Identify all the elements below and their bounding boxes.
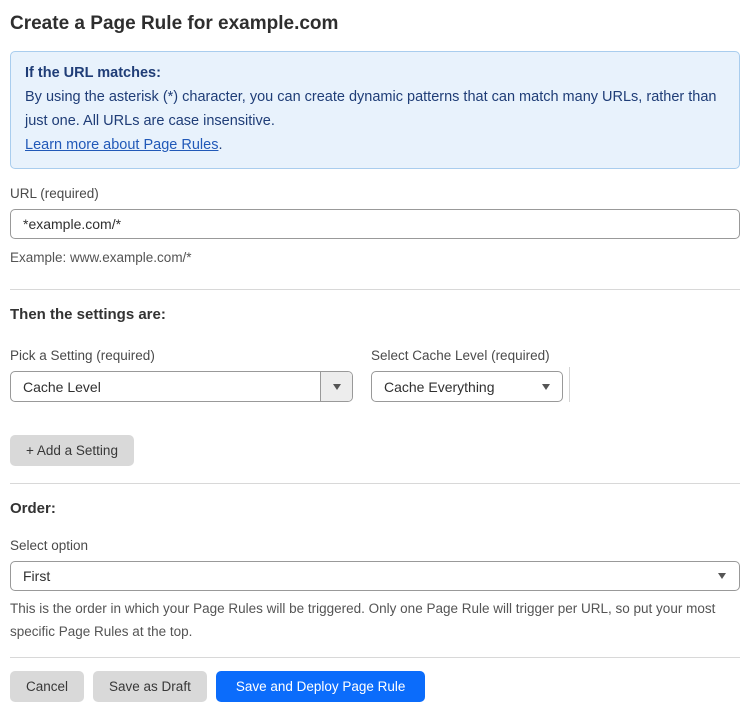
save-as-draft-button[interactable]: Save as Draft — [93, 671, 207, 702]
cache-level-select-label: Select Cache Level (required) — [371, 348, 550, 363]
setting-select-label: Pick a Setting (required) — [10, 348, 155, 363]
url-helper-text: Example: www.example.com/* — [10, 250, 192, 265]
info-box-body: By using the asterisk (*) character, you… — [25, 89, 717, 129]
page-title: Create a Page Rule for example.com — [10, 13, 339, 34]
caret-down-glyph — [332, 383, 341, 390]
order-helper-text: This is the order in which your Page Rul… — [10, 601, 716, 639]
link-period: . — [218, 137, 223, 153]
order-select-value: First — [23, 568, 51, 584]
settings-row: Pick a Setting (required) Cache Level Se… — [10, 348, 740, 402]
learn-more-link[interactable]: Learn more about Page Rules — [25, 137, 218, 153]
cache-level-select-group: Select Cache Level (required) Cache Ever… — [371, 348, 563, 402]
section-divider — [10, 657, 740, 658]
setting-select-value: Cache Level — [23, 378, 101, 395]
setting-separator — [569, 367, 570, 402]
setting-select-group: Pick a Setting (required) Cache Level — [10, 348, 353, 402]
caret-down-icon — [542, 383, 562, 390]
action-bar: Cancel Save as Draft Save and Deploy Pag… — [10, 671, 740, 702]
cancel-button[interactable]: Cancel — [10, 671, 85, 702]
section-divider — [10, 289, 740, 290]
caret-down-icon — [718, 573, 739, 579]
caret-down-icon[interactable] — [320, 372, 352, 401]
settings-section-heading: Then the settings are: — [10, 306, 166, 323]
order-section-heading: Order: — [10, 500, 56, 517]
url-input[interactable] — [10, 209, 740, 239]
caret-down-glyph — [718, 573, 726, 579]
order-select[interactable]: First — [10, 561, 740, 591]
order-select-label: Select option — [10, 538, 89, 553]
cache-level-select-value: Cache Everything — [384, 378, 495, 395]
create-page-rule-form: Create a Page Rule for example.com If th… — [0, 0, 750, 702]
info-box-heading: If the URL matches: — [25, 65, 161, 81]
cache-level-select[interactable]: Cache Everything — [371, 371, 563, 402]
setting-select[interactable]: Cache Level — [10, 371, 353, 402]
caret-down-glyph — [542, 383, 550, 390]
save-and-deploy-button[interactable]: Save and Deploy Page Rule — [215, 671, 426, 702]
url-label: URL (required) — [10, 186, 99, 201]
info-box-link-row: Learn more about Page Rules. — [25, 133, 725, 157]
section-divider — [10, 483, 740, 484]
add-setting-button[interactable]: + Add a Setting — [10, 435, 134, 466]
url-match-info-box: If the URL matches: By using the asteris… — [10, 51, 740, 169]
